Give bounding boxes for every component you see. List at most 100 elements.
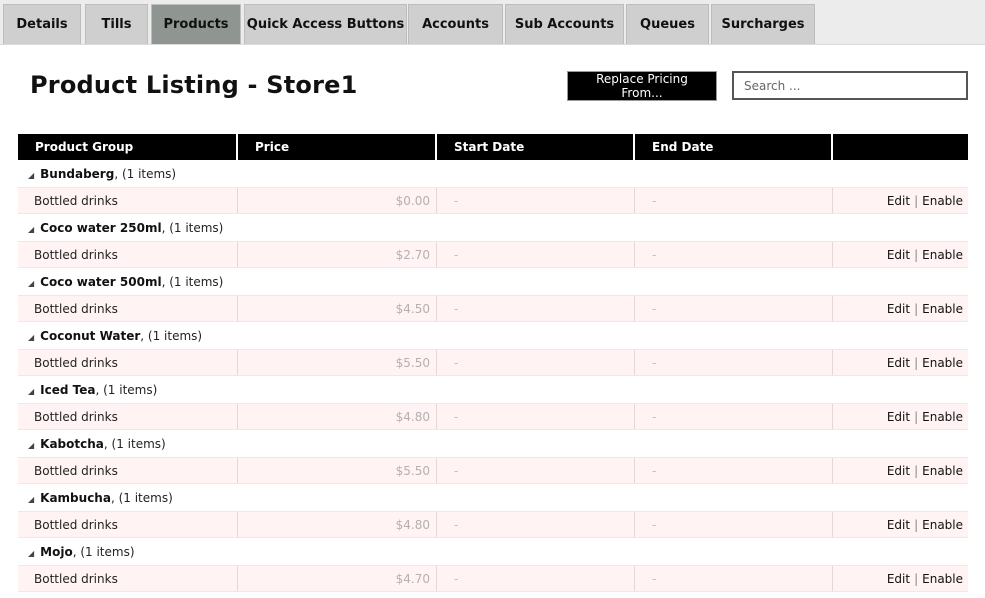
product-name: Bottled drinks xyxy=(18,188,238,213)
product-name: Bottled drinks xyxy=(18,512,238,537)
product-name: Bottled drinks xyxy=(18,296,238,321)
group-count: , (1 items) xyxy=(103,436,166,451)
product-name: Bottled drinks xyxy=(18,566,238,591)
enable-link[interactable]: Enable xyxy=(922,248,963,262)
row-actions: Edit | Enable xyxy=(833,566,968,591)
group-name: Coconut Water xyxy=(40,328,141,343)
product-price: $2.70 xyxy=(238,242,437,267)
table-row: Bottled drinks $4.80 - - Edit | Enable xyxy=(18,511,968,538)
replace-pricing-button[interactable]: Replace Pricing From... xyxy=(568,72,716,100)
collapse-caret-icon[interactable]: ◢ xyxy=(28,279,34,288)
group-count: , (1 items) xyxy=(72,544,135,559)
group-name: Kambucha xyxy=(40,490,111,505)
tab-quick-access-buttons[interactable]: Quick Access Buttons xyxy=(244,4,407,44)
edit-link[interactable]: Edit xyxy=(887,302,910,316)
tab-sub-accounts[interactable]: Sub Accounts xyxy=(505,4,624,44)
tab-products[interactable]: Products xyxy=(151,4,241,44)
header-end-date[interactable]: End Date xyxy=(635,134,833,160)
edit-link[interactable]: Edit xyxy=(887,572,910,586)
group-name: Kabotcha xyxy=(40,436,104,451)
product-price: $5.50 xyxy=(238,458,437,483)
start-date: - xyxy=(437,188,635,213)
start-date: - xyxy=(437,350,635,375)
group-count: , (1 items) xyxy=(95,382,158,397)
product-price: $4.50 xyxy=(238,296,437,321)
product-price: $0.00 xyxy=(238,188,437,213)
enable-link[interactable]: Enable xyxy=(922,572,963,586)
tab-accounts[interactable]: Accounts xyxy=(408,4,503,44)
tab-tills[interactable]: Tills xyxy=(85,4,148,44)
group-count: , (1 items) xyxy=(140,328,203,343)
group-row[interactable]: ◢ Coco water 500ml , (1 items) xyxy=(18,268,968,295)
enable-link[interactable]: Enable xyxy=(922,410,963,424)
table-row: Bottled drinks $4.50 - - Edit | Enable xyxy=(18,295,968,322)
edit-link[interactable]: Edit xyxy=(887,248,910,262)
row-actions: Edit | Enable xyxy=(833,350,968,375)
enable-link[interactable]: Enable xyxy=(922,464,963,478)
header-start-date[interactable]: Start Date xyxy=(437,134,635,160)
table-row: Bottled drinks $4.80 - - Edit | Enable xyxy=(18,403,968,430)
row-actions: Edit | Enable xyxy=(833,458,968,483)
end-date: - xyxy=(635,458,833,483)
group-row[interactable]: ◢ Coco water 250ml , (1 items) xyxy=(18,214,968,241)
group-row[interactable]: ◢ Bundaberg , (1 items) xyxy=(18,160,968,187)
product-price: $4.70 xyxy=(238,566,437,591)
collapse-caret-icon[interactable]: ◢ xyxy=(28,441,34,450)
action-separator: | xyxy=(914,301,919,316)
enable-link[interactable]: Enable xyxy=(922,302,963,316)
row-actions: Edit | Enable xyxy=(833,404,968,429)
group-name: Mojo xyxy=(40,544,73,559)
tab-queues[interactable]: Queues xyxy=(626,4,709,44)
collapse-caret-icon[interactable]: ◢ xyxy=(28,495,34,504)
action-separator: | xyxy=(914,355,919,370)
group-row[interactable]: ◢ Mojo , (1 items) xyxy=(18,538,968,565)
edit-link[interactable]: Edit xyxy=(887,410,910,424)
group-name: Coco water 500ml xyxy=(40,274,162,289)
start-date: - xyxy=(437,404,635,429)
product-price: $5.50 xyxy=(238,350,437,375)
action-separator: | xyxy=(914,517,919,532)
end-date: - xyxy=(635,512,833,537)
edit-link[interactable]: Edit xyxy=(887,194,910,208)
collapse-caret-icon[interactable]: ◢ xyxy=(28,225,34,234)
search-input[interactable] xyxy=(732,71,968,100)
group-name: Bundaberg xyxy=(40,166,115,181)
group-row[interactable]: ◢ Iced Tea , (1 items) xyxy=(18,376,968,403)
action-separator: | xyxy=(914,571,919,586)
start-date: - xyxy=(437,458,635,483)
header-product-group[interactable]: Product Group xyxy=(18,134,238,160)
row-actions: Edit | Enable xyxy=(833,242,968,267)
end-date: - xyxy=(635,188,833,213)
group-row[interactable]: ◢ Coconut Water , (1 items) xyxy=(18,322,968,349)
action-separator: | xyxy=(914,193,919,208)
product-name: Bottled drinks xyxy=(18,458,238,483)
edit-link[interactable]: Edit xyxy=(887,464,910,478)
table-row: Bottled drinks $5.50 - - Edit | Enable xyxy=(18,457,968,484)
action-separator: | xyxy=(914,463,919,478)
edit-link[interactable]: Edit xyxy=(887,356,910,370)
table-header: Product Group Price Start Date End Date xyxy=(18,134,968,160)
tab-surcharges[interactable]: Surcharges xyxy=(711,4,815,44)
collapse-caret-icon[interactable]: ◢ xyxy=(28,549,34,558)
header-actions xyxy=(833,134,968,160)
tab-details[interactable]: Details xyxy=(3,4,81,44)
tab-bar: Details Tills Products Quick Access Butt… xyxy=(0,0,985,45)
start-date: - xyxy=(437,566,635,591)
product-table: Product Group Price Start Date End Date … xyxy=(18,134,968,592)
group-count: , (1 items) xyxy=(161,220,224,235)
group-count: , (1 items) xyxy=(110,490,173,505)
row-actions: Edit | Enable xyxy=(833,512,968,537)
group-row[interactable]: ◢ Kambucha , (1 items) xyxy=(18,484,968,511)
group-row[interactable]: ◢ Kabotcha , (1 items) xyxy=(18,430,968,457)
collapse-caret-icon[interactable]: ◢ xyxy=(28,387,34,396)
table-row: Bottled drinks $0.00 - - Edit | Enable xyxy=(18,187,968,214)
header-price[interactable]: Price xyxy=(238,134,437,160)
edit-link[interactable]: Edit xyxy=(887,518,910,532)
action-separator: | xyxy=(914,247,919,262)
enable-link[interactable]: Enable xyxy=(922,194,963,208)
table-row: Bottled drinks $5.50 - - Edit | Enable xyxy=(18,349,968,376)
enable-link[interactable]: Enable xyxy=(922,518,963,532)
collapse-caret-icon[interactable]: ◢ xyxy=(28,333,34,342)
collapse-caret-icon[interactable]: ◢ xyxy=(28,171,34,180)
enable-link[interactable]: Enable xyxy=(922,356,963,370)
